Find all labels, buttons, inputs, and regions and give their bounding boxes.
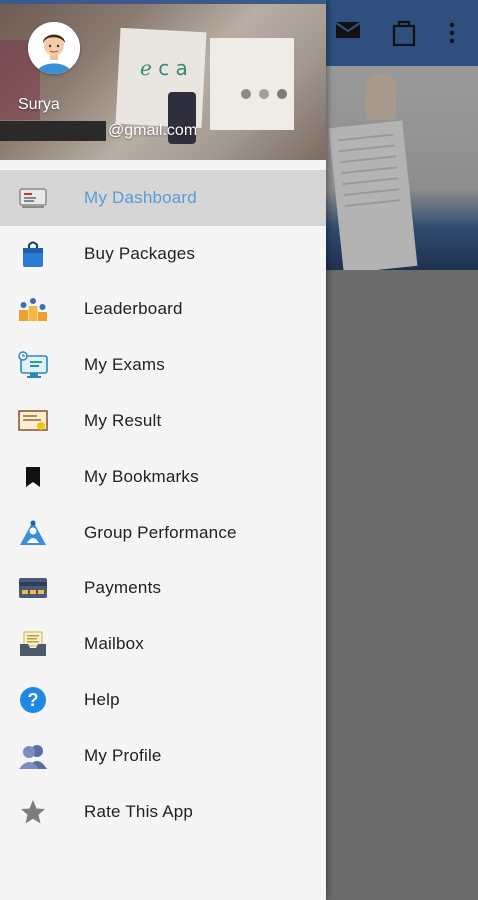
menu-item-group-performance[interactable]: Group Performance: [0, 505, 326, 561]
hero-image: A+: [326, 66, 478, 270]
navigation-drawer: ℯ c a Surya @gmail.com My Dashboard Buy …: [0, 0, 326, 900]
menu-item-label: Help: [84, 690, 120, 710]
drawer-menu: My Dashboard Buy Packages Leaderboard My…: [0, 170, 326, 840]
menu-item-buy-packages[interactable]: Buy Packages: [0, 226, 326, 282]
overflow-menu-icon[interactable]: [448, 22, 456, 49]
menu-item-label: Payments: [84, 578, 162, 598]
drawer-header: ℯ c a Surya @gmail.com: [0, 0, 326, 160]
shopping-bag-icon[interactable]: [392, 18, 416, 51]
leaderboard-icon: [18, 294, 48, 324]
menu-item-my-exams[interactable]: My Exams: [0, 337, 326, 393]
menu-item-label: My Exams: [84, 355, 165, 375]
menu-item-label: Leaderboard: [84, 299, 183, 319]
menu-item-my-dashboard[interactable]: My Dashboard: [0, 170, 326, 226]
profile-icon: [18, 741, 48, 771]
menu-item-payments[interactable]: Payments: [0, 561, 326, 617]
scrim[interactable]: [326, 270, 478, 900]
mail-icon[interactable]: [335, 20, 361, 45]
user-email: @gmail.com: [108, 122, 198, 139]
menu-item-leaderboard[interactable]: Leaderboard: [0, 282, 326, 338]
menu-item-mailbox[interactable]: Mailbox: [0, 616, 326, 672]
menu-item-label: Group Performance: [84, 522, 237, 542]
menu-item-help[interactable]: ? Help: [0, 672, 326, 728]
menu-item-label: Rate This App: [84, 801, 194, 821]
exams-monitor-icon: [18, 350, 48, 380]
email-redaction: [0, 121, 106, 141]
group-performance-icon: [18, 518, 48, 548]
certificate-icon: [18, 406, 48, 436]
menu-item-label: Mailbox: [84, 634, 144, 654]
menu-item-rate-this-app[interactable]: Rate This App: [0, 784, 326, 840]
menu-item-my-profile[interactable]: My Profile: [0, 728, 326, 784]
mailbox-icon: [18, 629, 48, 659]
bookmark-icon: [18, 462, 48, 492]
header-letters-decoration: ℯ c a: [140, 56, 188, 80]
menu-item-label: My Dashboard: [84, 187, 197, 207]
star-icon: [18, 797, 48, 827]
menu-item-label: My Profile: [84, 745, 162, 765]
svg-text:?: ?: [28, 690, 39, 710]
dashboard-icon: [18, 183, 48, 213]
menu-item-label: My Result: [84, 411, 162, 431]
user-email-row: @gmail.com: [0, 120, 197, 142]
hand-shape: [366, 74, 396, 120]
help-icon: ?: [18, 685, 48, 715]
menu-item-my-result[interactable]: My Result: [0, 393, 326, 449]
shopping-bag-icon: [18, 239, 48, 269]
menu-item-my-bookmarks[interactable]: My Bookmarks: [0, 449, 326, 505]
avatar[interactable]: [28, 22, 80, 74]
exam-paper: A+: [328, 120, 418, 270]
menu-item-label: My Bookmarks: [84, 466, 199, 486]
header-paper-decoration: [210, 38, 294, 130]
card-icon: [18, 573, 48, 603]
menu-item-label: Buy Packages: [84, 243, 196, 263]
header-chart-decoration: [240, 86, 290, 107]
user-name: Surya: [18, 96, 60, 113]
